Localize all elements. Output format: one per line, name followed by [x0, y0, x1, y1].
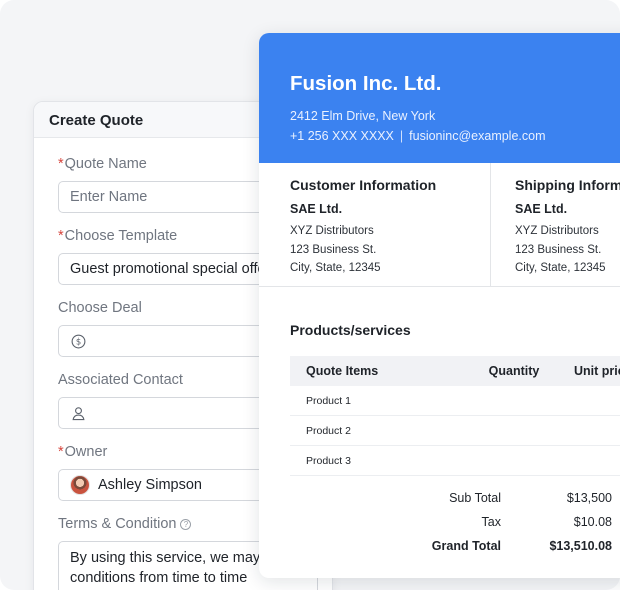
header-price: Unit price [574, 364, 620, 378]
shipping-line: 123 Business St. [515, 243, 602, 256]
table-row: Product 1 [290, 386, 620, 416]
svg-text:$: $ [75, 336, 80, 346]
required-mark: * [58, 444, 64, 460]
dollar-circle-icon: $ [70, 333, 86, 349]
quote-header: Fusion Inc. Ltd. 2412 Elm Drive, New Yor… [259, 33, 620, 163]
help-icon[interactable]: ? [180, 519, 192, 530]
row-item: Product 3 [306, 454, 351, 467]
tax-row: Tax $10.08 [290, 510, 620, 534]
table-header: Quote Items Quantity Unit price [290, 356, 620, 386]
company-address: 2412 Elm Drive, New York [290, 109, 436, 123]
quote-preview: Fusion Inc. Ltd. 2412 Elm Drive, New Yor… [259, 33, 620, 578]
header-qty: Quantity [488, 364, 540, 378]
table-row: Product 3 [290, 446, 620, 476]
customer-name: SAE Ltd. [290, 202, 343, 216]
shipping-info: Shipping Information SAE Ltd. XYZ Distri… [491, 163, 620, 286]
shipping-line: XYZ Distributors [515, 225, 599, 237]
company-contact: +1 256 XXX XXXX | fusioninc@example.com [290, 129, 546, 143]
tax-value: $10.08 [573, 515, 612, 529]
products-title: Products/services [290, 322, 411, 338]
grand-total-row: Grand Total $13,510.08 [290, 534, 620, 558]
subtotal-label: Sub Total [449, 491, 501, 505]
subtotal-row: Sub Total $13,500 [290, 486, 620, 510]
owner-name: Ashley Simpson [98, 477, 202, 493]
shipping-title: Shipping Information [515, 177, 620, 193]
shipping-line: City, State, 12345 [515, 262, 606, 274]
products-table: Quote Items Quantity Unit price Product … [290, 356, 620, 476]
info-row: Customer Information SAE Ltd. XYZ Distri… [259, 163, 620, 287]
subtotal-value: $13,500 [566, 491, 612, 505]
products-section: Products/services Quote Items Quantity U… [259, 287, 620, 558]
header-item: Quote Items [306, 364, 379, 378]
required-mark: * [58, 228, 64, 244]
row-item: Product 1 [306, 394, 351, 407]
required-mark: * [58, 156, 64, 172]
company-name: Fusion Inc. Ltd. [290, 72, 442, 95]
customer-info: Customer Information SAE Ltd. XYZ Distri… [259, 163, 491, 286]
customer-title: Customer Information [290, 177, 437, 193]
customer-line: 123 Business St. [290, 243, 377, 256]
grand-total-label: Grand Total [431, 539, 501, 553]
totals: Sub Total $13,500 Tax $10.08 Grand Total… [290, 486, 620, 558]
table-row: Product 2 [290, 416, 620, 446]
customer-line: City, State, 12345 [290, 262, 381, 274]
row-item: Product 2 [306, 424, 351, 437]
grand-total-value: $13,510.08 [549, 539, 612, 553]
tax-label: Tax [481, 515, 501, 529]
customer-line: XYZ Distributors [290, 225, 374, 237]
owner-avatar [70, 475, 90, 495]
shipping-name: SAE Ltd. [515, 202, 568, 216]
person-icon [70, 405, 86, 421]
